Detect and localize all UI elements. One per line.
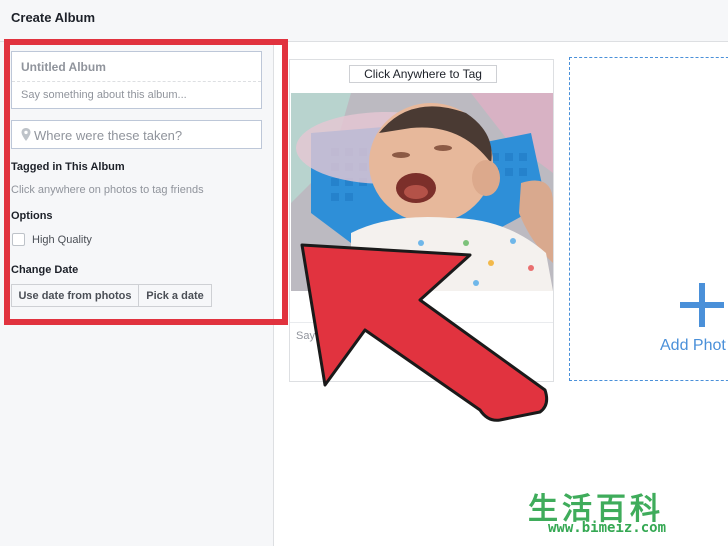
- photo-caption-input[interactable]: Say someth: [296, 330, 354, 342]
- plus-icon[interactable]: [680, 283, 724, 327]
- page-title: Create Album: [11, 10, 96, 25]
- watermark-url: www.bimeiz.com: [548, 520, 667, 536]
- caption-divider: [290, 322, 553, 323]
- add-photos-label[interactable]: Add Phot: [660, 337, 726, 355]
- top-bar: Create Album: [0, 0, 728, 42]
- click-to-tag-button[interactable]: Click Anywhere to Tag: [349, 65, 497, 83]
- highlight-frame: [4, 39, 288, 325]
- baby-photo[interactable]: [291, 93, 553, 291]
- add-photos-dropzone[interactable]: [569, 57, 728, 381]
